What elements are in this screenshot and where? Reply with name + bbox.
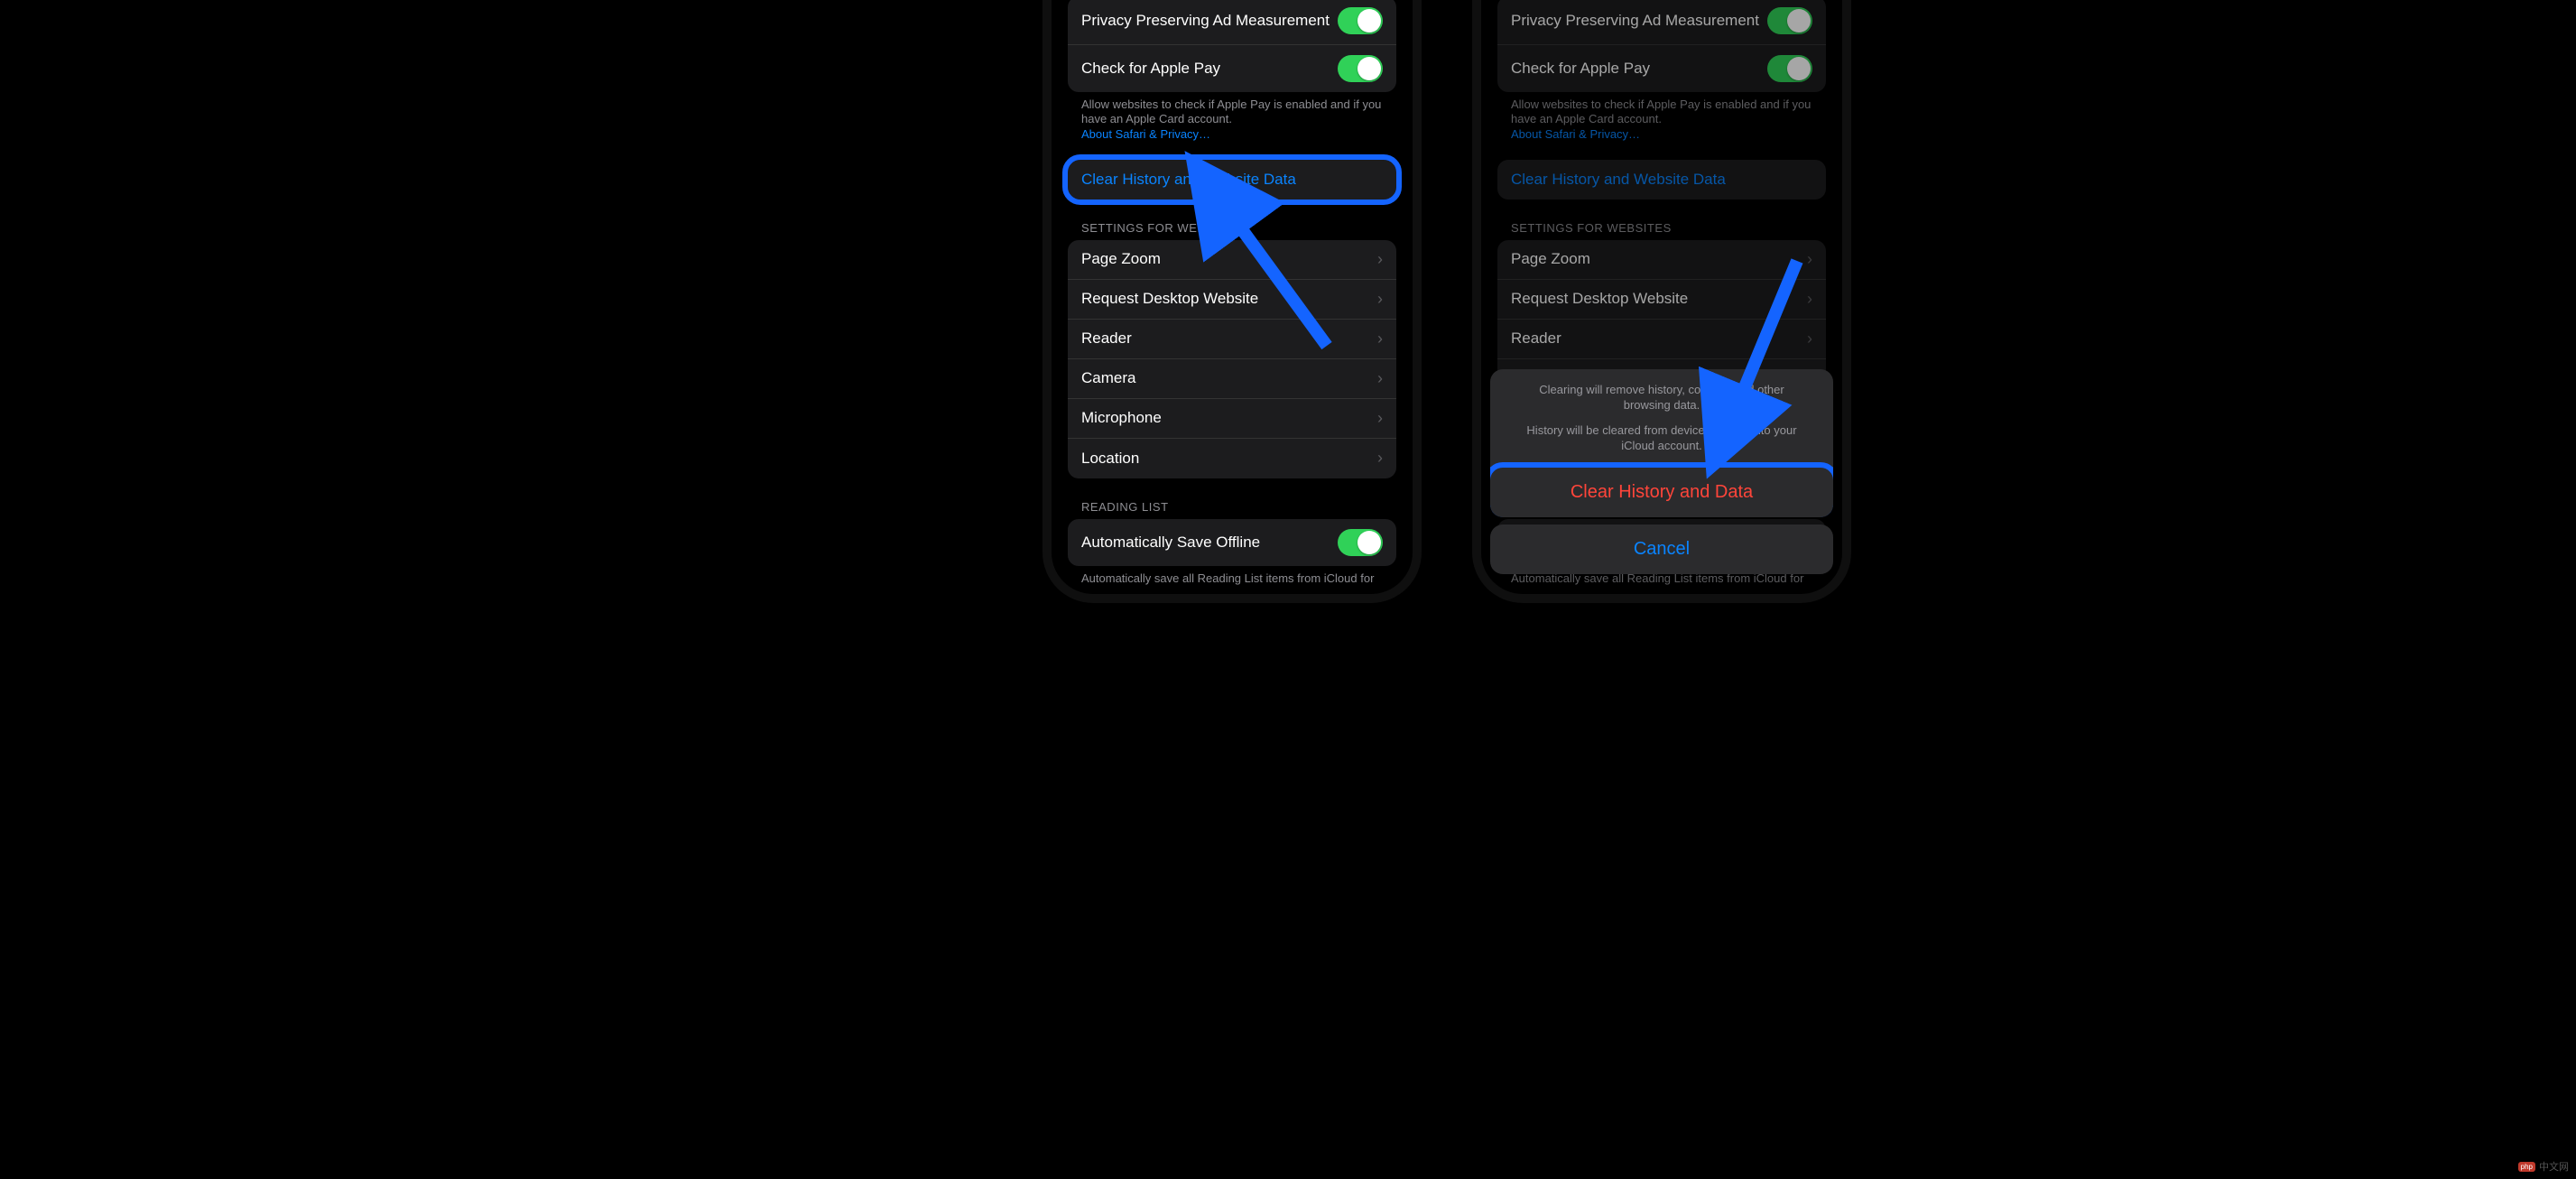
apple-pay-label: Check for Apple Pay bbox=[1081, 60, 1338, 78]
reading-list-header: READING LIST bbox=[1068, 478, 1396, 519]
chevron-right-icon: › bbox=[1377, 409, 1383, 428]
reader-row[interactable]: Reader › bbox=[1068, 320, 1396, 359]
chevron-right-icon: › bbox=[1377, 250, 1383, 269]
reading-list-footer: Automatically save all Reading List item… bbox=[1068, 566, 1396, 585]
apple-pay-footer: Allow websites to check if Apple Pay is … bbox=[1068, 92, 1396, 144]
page-zoom-row[interactable]: Page Zoom › bbox=[1068, 240, 1396, 280]
chevron-right-icon: › bbox=[1377, 369, 1383, 388]
camera-row[interactable]: Camera › bbox=[1068, 359, 1396, 399]
privacy-ad-label: Privacy Preserving Ad Measurement bbox=[1081, 12, 1338, 30]
privacy-ad-row[interactable]: Privacy Preserving Ad Measurement bbox=[1068, 0, 1396, 45]
phone-right: Privacy Preserving Ad Measurement Check … bbox=[1472, 0, 1851, 603]
chevron-right-icon: › bbox=[1377, 330, 1383, 348]
watermark: php 中文网 bbox=[2518, 1159, 2569, 1174]
websites-header: SETTINGS FOR WEBSITES bbox=[1068, 200, 1396, 240]
cancel-button[interactable]: Cancel bbox=[1490, 525, 1833, 574]
phone-left: Privacy Preserving Ad Measurement Check … bbox=[1042, 0, 1422, 603]
location-row[interactable]: Location › bbox=[1068, 439, 1396, 478]
action-sheet: Clearing will remove history, cookies, a… bbox=[1490, 369, 1833, 517]
apple-pay-row[interactable]: Check for Apple Pay bbox=[1068, 45, 1396, 92]
chevron-right-icon: › bbox=[1377, 290, 1383, 309]
apple-pay-toggle[interactable] bbox=[1338, 55, 1383, 82]
clear-history-action[interactable]: Clear History and Data bbox=[1490, 468, 1833, 517]
microphone-row[interactable]: Microphone › bbox=[1068, 399, 1396, 439]
about-safari-privacy-link[interactable]: About Safari & Privacy… bbox=[1081, 127, 1210, 141]
clear-history-label: Clear History and Website Data bbox=[1081, 171, 1383, 189]
request-desktop-row[interactable]: Request Desktop Website › bbox=[1068, 280, 1396, 320]
privacy-ad-toggle[interactable] bbox=[1338, 7, 1383, 34]
auto-offline-toggle[interactable] bbox=[1338, 529, 1383, 556]
chevron-right-icon: › bbox=[1377, 449, 1383, 468]
auto-offline-row[interactable]: Automatically Save Offline bbox=[1068, 519, 1396, 566]
clear-history-row[interactable]: Clear History and Website Data bbox=[1068, 160, 1396, 200]
sheet-message: Clearing will remove history, cookies, a… bbox=[1490, 369, 1833, 468]
